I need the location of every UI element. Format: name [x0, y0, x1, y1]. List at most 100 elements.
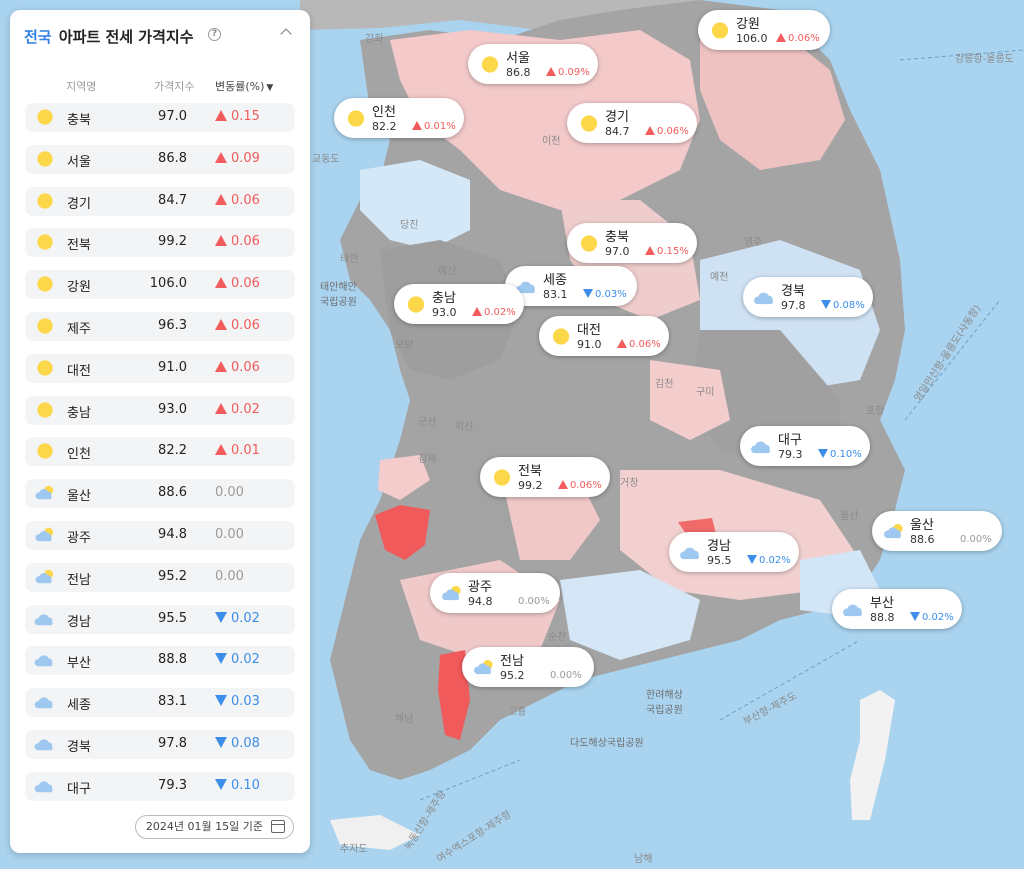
region-row[interactable]: 대구 79.3 0.10 — [25, 771, 295, 801]
title-text: 아파트 전세 가격지수 — [58, 28, 194, 46]
card-region-name: 경기 — [605, 110, 629, 125]
region-row[interactable]: 대전 91.0 0.06 — [25, 353, 295, 383]
map-label: 순천 — [548, 632, 567, 643]
region-index: 97.8 — [158, 735, 187, 751]
region-change-value: 0.06 — [231, 192, 260, 208]
region-row[interactable]: 울산 88.6 0.00 — [25, 479, 295, 509]
region-card[interactable]: 충북 97.0 0.15% — [567, 223, 697, 263]
column-header-index: 가격지수 — [154, 80, 195, 93]
triangle-up-icon — [215, 277, 227, 289]
region-name: 제주 — [67, 321, 91, 337]
region-card[interactable]: 강원 106.0 0.06% — [698, 10, 830, 50]
region-name: 충남 — [67, 405, 91, 421]
map-label: 다도해상국립공원 — [570, 738, 644, 749]
region-name: 전북 — [67, 238, 91, 254]
region-change-value: 0.06 — [231, 317, 260, 333]
region-change: 0.02 — [215, 611, 260, 626]
partly-cloudy-icon — [34, 568, 56, 586]
sun-icon — [34, 317, 56, 335]
region-row[interactable]: 충남 93.0 0.02 — [25, 395, 295, 425]
sun-icon — [34, 108, 56, 126]
map-label: 해남 — [395, 714, 414, 725]
triangle-down-icon — [910, 611, 920, 621]
card-region-name: 전남 — [500, 654, 524, 669]
region-card[interactable]: 인천 82.2 0.01% — [334, 98, 464, 138]
region-card[interactable]: 경기 84.7 0.06% — [567, 103, 697, 143]
chevron-up-icon[interactable] — [280, 28, 292, 40]
region-row[interactable]: 광주 94.8 0.00 — [25, 520, 295, 550]
region-row[interactable]: 전북 99.2 0.06 — [25, 228, 295, 258]
calendar-icon[interactable] — [271, 820, 285, 833]
region-index: 93.0 — [158, 401, 187, 417]
region-row[interactable]: 경기 84.7 0.06 — [25, 186, 295, 216]
region-card[interactable]: 전북 99.2 0.06% — [480, 457, 610, 497]
card-region-name: 세종 — [543, 273, 567, 288]
region-index: 79.3 — [158, 777, 187, 793]
region-card[interactable]: 경남 95.5 0.02% — [669, 532, 799, 572]
card-change-value: 0.06% — [570, 480, 602, 491]
region-row[interactable]: 경남 95.5 0.02 — [25, 604, 295, 634]
region-row[interactable]: 강원 106.0 0.06 — [25, 270, 295, 300]
card-index: 84.7 — [605, 125, 630, 138]
region-row[interactable]: 경북 97.8 0.08 — [25, 729, 295, 759]
map-label: 당진 — [400, 220, 419, 231]
map-label: 보령 — [395, 340, 414, 351]
card-change: 0.06% — [776, 32, 820, 44]
region-name: 울산 — [67, 489, 91, 505]
region-row[interactable]: 세종 83.1 0.03 — [25, 688, 295, 718]
region-change: 0.15 — [215, 109, 260, 124]
region-row[interactable]: 부산 88.8 0.02 — [25, 646, 295, 676]
triangle-up-icon — [215, 235, 227, 247]
region-row[interactable]: 서울 86.8 0.09 — [25, 144, 295, 174]
card-region-name: 인천 — [372, 105, 396, 120]
region-row[interactable]: 전남 95.2 0.00 — [25, 562, 295, 592]
map-label: 예천 — [710, 272, 729, 283]
map-label: 김제 — [418, 454, 437, 465]
help-icon[interactable]: ? — [208, 28, 221, 41]
cloud-icon — [750, 437, 774, 456]
card-change-value: 0.02% — [922, 612, 954, 623]
column-header-region: 지역명 — [66, 80, 97, 93]
triangle-up-icon — [215, 193, 227, 205]
region-card[interactable]: 세종 83.1 0.03% — [505, 266, 637, 306]
card-index: 79.3 — [778, 448, 803, 461]
map-label: 군산 — [418, 417, 437, 428]
card-region-name: 강원 — [736, 17, 760, 32]
region-card[interactable]: 충남 93.0 0.02% — [394, 284, 524, 324]
region-card[interactable]: 광주 94.8 0.00% — [430, 573, 560, 613]
sun-icon — [34, 233, 56, 251]
card-region-name: 울산 — [910, 518, 934, 533]
triangle-up-icon — [617, 338, 627, 348]
region-card[interactable]: 부산 88.8 0.02% — [832, 589, 962, 629]
region-name: 인천 — [67, 447, 91, 463]
date-selector[interactable]: 2024년 01월 15일 기준 — [134, 815, 294, 839]
region-name: 충북 — [67, 113, 91, 128]
region-change: 0.10 — [215, 778, 260, 793]
region-name: 부산 — [67, 656, 91, 672]
region-card[interactable]: 서울 86.8 0.09% — [468, 44, 598, 84]
region-index: 95.2 — [158, 568, 187, 584]
region-card[interactable]: 전남 95.2 0.00% — [462, 647, 594, 687]
region-change: 0.02 — [215, 402, 260, 417]
region-card[interactable]: 울산 88.6 0.00% — [872, 511, 1002, 551]
triangle-up-icon — [215, 318, 227, 330]
card-change: 0.02% — [747, 554, 791, 566]
triangle-up-icon — [215, 110, 227, 121]
region-row[interactable]: 제주 96.3 0.06 — [25, 311, 295, 341]
card-index: 88.6 — [910, 533, 935, 546]
card-index: 93.0 — [432, 306, 457, 319]
card-index: 95.5 — [707, 554, 732, 567]
map-label: 태안해안 국립공원 — [320, 282, 357, 308]
sort-desc-icon[interactable]: ▼ — [266, 83, 273, 93]
card-index: 95.2 — [500, 669, 525, 682]
region-card[interactable]: 대구 79.3 0.10% — [740, 426, 870, 466]
region-card[interactable]: 대전 91.0 0.06% — [539, 316, 669, 356]
region-card[interactable]: 경북 97.8 0.08% — [743, 277, 873, 317]
card-change: 0.00% — [518, 596, 550, 607]
region-change: 0.00 — [215, 527, 244, 542]
column-header-change[interactable]: 변동률(%) ▼ — [215, 78, 273, 94]
sun-icon — [34, 150, 56, 168]
region-row[interactable]: 인천 82.2 0.01 — [25, 437, 295, 467]
region-row[interactable]: 충북 97.0 0.15 — [25, 103, 295, 132]
sun-icon — [34, 275, 56, 293]
